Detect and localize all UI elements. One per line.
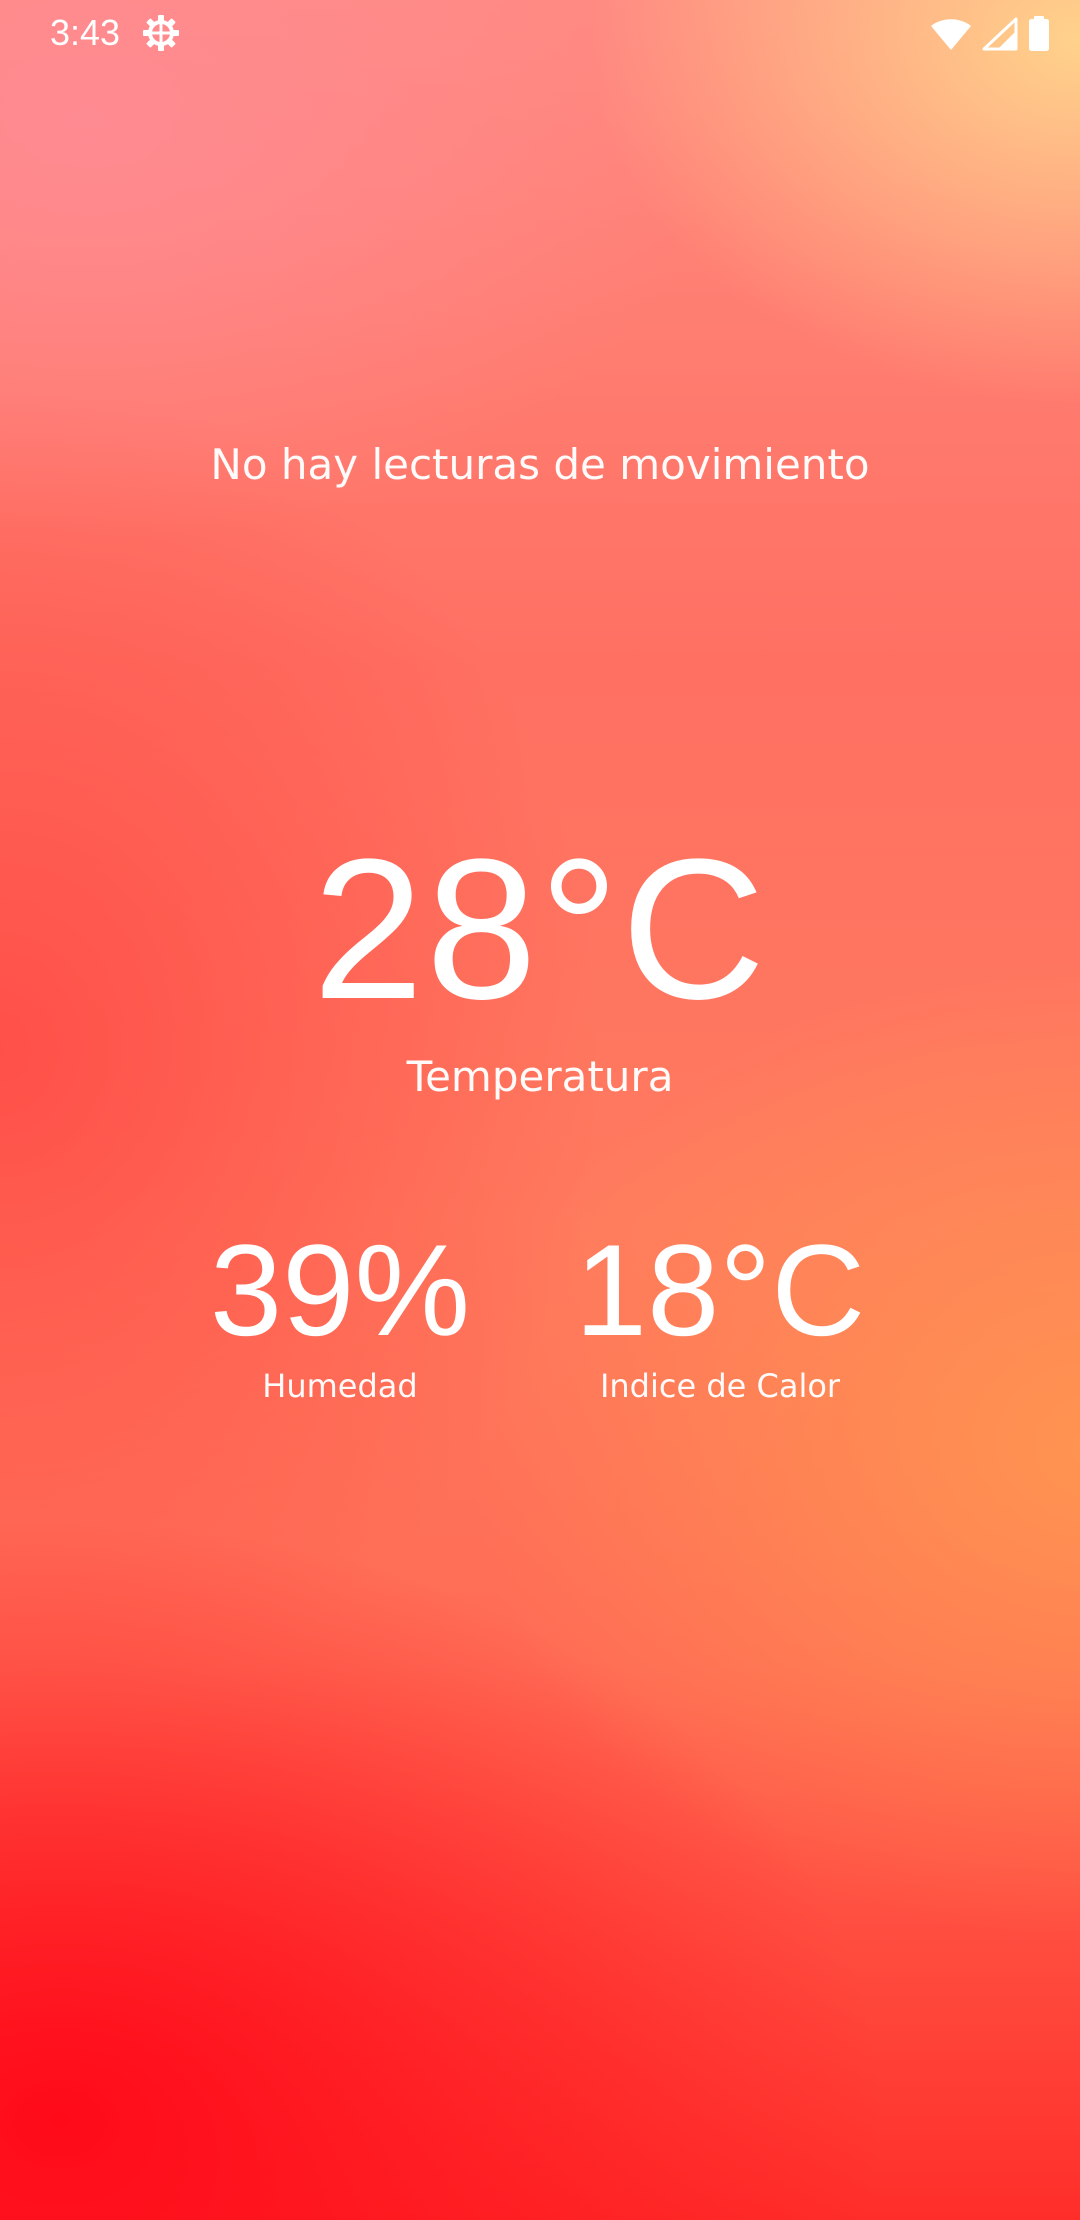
- humidity-value: 39%: [209, 1217, 471, 1363]
- cell-signal-icon: [982, 17, 1018, 51]
- temperature-value: 28°C: [312, 818, 768, 1041]
- heat-index-label: Indice de Calor: [599, 1367, 841, 1405]
- settings-gear-icon: [141, 13, 181, 53]
- heat-index-value: 18°C: [574, 1217, 866, 1363]
- temperature-block: 28°C Temperatura: [0, 820, 1080, 1104]
- motion-status-text: No hay lecturas de movimiento: [210, 440, 870, 489]
- humidity-label: Humedad: [262, 1367, 418, 1405]
- temperature-label: Temperatura: [406, 1052, 674, 1101]
- app-screen: 3:43 No hay lecturas de movimiento 28°C …: [0, 0, 1080, 2220]
- status-bar: 3:43: [0, 0, 1080, 66]
- status-time: 3:43: [50, 12, 121, 53]
- status-icons: [930, 14, 1050, 54]
- battery-icon: [1028, 16, 1050, 52]
- wifi-icon: [930, 17, 972, 51]
- heat-index-block: 18°C Indice de Calor: [540, 1215, 900, 1407]
- humidity-block: 39% Humedad: [190, 1215, 490, 1407]
